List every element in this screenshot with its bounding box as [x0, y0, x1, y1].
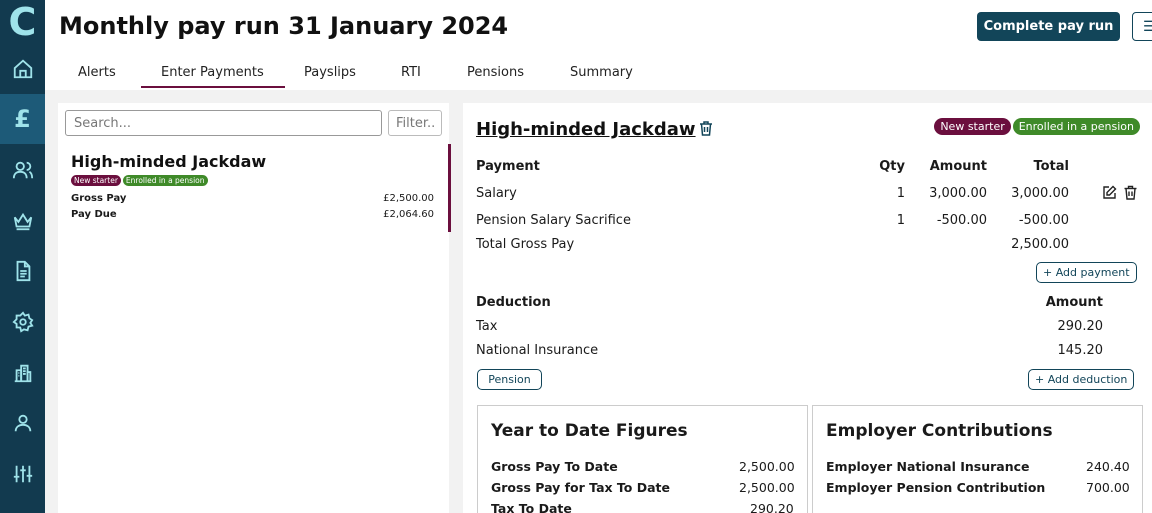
plus-icon: +	[1035, 373, 1048, 386]
person-icon	[14, 414, 31, 432]
search-input[interactable]	[65, 110, 382, 136]
sidebar: C £	[0, 0, 45, 513]
total-header: Total	[1033, 159, 1069, 174]
tab-summary[interactable]: Summary	[570, 65, 633, 80]
tab-enter-payments[interactable]: Enter Payments	[161, 65, 264, 80]
employee-badges: New starter Enrolled in a pension	[71, 175, 210, 186]
payment-total: 3,000.00	[1011, 186, 1069, 201]
deduction-amount: 145.20	[1057, 343, 1104, 358]
payment-name: Salary	[476, 186, 517, 201]
deduction-header: Deduction	[476, 295, 551, 310]
sidebar-item-adjustments[interactable]	[0, 449, 45, 499]
gross-pay-row: Gross Pay £2,500.00	[71, 193, 434, 204]
deduction-name: Tax	[476, 319, 498, 334]
employer-contributions-card: Employer Contributions Employer National…	[812, 405, 1143, 513]
detail-badges: New starter Enrolled in a pension	[932, 118, 1140, 135]
deduction-amount: 290.20	[1057, 319, 1104, 334]
sidebar-item-company[interactable]	[0, 348, 45, 398]
payment-amount: -500.00	[936, 213, 987, 228]
header: Monthly pay run 31 January 2024 Complete…	[45, 0, 1152, 56]
employee-detail-panel: High-minded Jackdaw New starter Enrolled …	[463, 103, 1152, 513]
pound-icon: £	[14, 105, 31, 133]
payment-qty: 1	[896, 213, 905, 228]
edit-icon[interactable]	[1102, 185, 1117, 200]
tab-rti[interactable]: RTI	[401, 65, 421, 80]
payment-total: -500.00	[1018, 213, 1069, 228]
payment-name: Pension Salary Sacrifice	[476, 213, 631, 228]
tab-payslips[interactable]: Payslips	[304, 65, 356, 80]
pension-button[interactable]: Pension	[477, 369, 542, 390]
sidebar-item-payroll[interactable]: £	[0, 94, 45, 144]
trash-icon[interactable]	[1123, 185, 1138, 200]
ytd-title: Year to Date Figures	[491, 421, 688, 441]
tab-alerts[interactable]: Alerts	[78, 65, 116, 80]
pay-due-row: Pay Due £2,064.60	[71, 209, 434, 220]
sidebar-item-settings[interactable]	[0, 297, 45, 347]
menu-icon: ☰	[1143, 18, 1152, 34]
building-icon	[14, 364, 31, 383]
employee-name: High-minded Jackdaw	[71, 152, 267, 171]
pension-badge: Enrolled in a pension	[122, 175, 208, 186]
qty-header: Qty	[879, 159, 905, 174]
pay-due-value: £2,064.60	[383, 209, 434, 220]
add-payment-button[interactable]: + Add payment	[1036, 262, 1137, 283]
sidebar-item-profile[interactable]	[0, 398, 45, 448]
employer-row: Employer National Insurance 240.40	[826, 459, 1130, 474]
people-icon	[12, 161, 33, 179]
employer-contributions-title: Employer Contributions	[826, 421, 1053, 441]
ytd-row: Gross Pay To Date 2,500.00	[491, 459, 795, 474]
add-deduction-button[interactable]: + Add deduction	[1028, 369, 1135, 390]
sidebar-item-crown[interactable]	[0, 196, 45, 246]
gross-pay-label: Gross Pay	[71, 193, 127, 204]
sliders-icon	[13, 465, 32, 483]
payment-amount: 3,000.00	[929, 186, 987, 201]
payment-header: Payment	[476, 159, 540, 174]
tab-pensions[interactable]: Pensions	[467, 65, 524, 80]
menu-button[interactable]: ☰	[1132, 12, 1152, 41]
employee-list-panel: High-minded Jackdaw New starterEnrolled …	[58, 103, 451, 513]
total-gross-pay-label: Total Gross Pay	[476, 237, 575, 252]
sidebar-item-home[interactable]	[0, 44, 45, 94]
new-starter-badge: New starter	[934, 118, 1011, 135]
sidebar-item-employees[interactable]	[0, 145, 45, 195]
employer-row: Employer Pension Contribution 700.00	[826, 480, 1130, 495]
gross-pay-value: £2,500.00	[383, 193, 434, 204]
crown-icon	[13, 212, 32, 231]
sidebar-item-documents[interactable]	[0, 246, 45, 296]
trash-icon[interactable]	[699, 121, 713, 136]
home-icon	[13, 59, 32, 79]
ytd-row: Tax To Date 290.20	[491, 501, 794, 513]
pay-due-label: Pay Due	[71, 209, 117, 220]
deduction-amount-header: Amount	[1045, 295, 1103, 310]
filter-input[interactable]	[388, 110, 442, 136]
pension-badge: Enrolled in a pension	[1012, 118, 1140, 135]
ytd-row: Gross Pay for Tax To Date 2,500.00	[491, 480, 795, 495]
ytd-figures-card: Year to Date Figures Gross Pay To Date 2…	[477, 405, 808, 513]
employee-detail-name[interactable]: High-minded Jackdaw	[476, 119, 696, 140]
total-gross-pay-value: 2,500.00	[1011, 237, 1069, 252]
gear-icon	[11, 311, 34, 333]
page-title: Monthly pay run 31 January 2024	[59, 12, 509, 40]
tab-bar: Alerts Enter Payments Payslips RTI Pensi…	[45, 56, 1152, 90]
document-icon	[16, 260, 30, 282]
deduction-name: National Insurance	[476, 343, 599, 358]
app-logo[interactable]: C	[0, 0, 45, 44]
payment-qty: 1	[896, 186, 905, 201]
new-starter-badge: New starter	[71, 175, 121, 186]
employee-list-item[interactable]: High-minded Jackdaw New starter Enrolled …	[58, 144, 451, 232]
plus-icon: +	[1043, 266, 1056, 279]
amount-header: Amount	[929, 159, 987, 174]
active-tab-indicator	[141, 86, 285, 88]
complete-pay-run-button[interactable]: Complete pay run	[977, 12, 1120, 41]
